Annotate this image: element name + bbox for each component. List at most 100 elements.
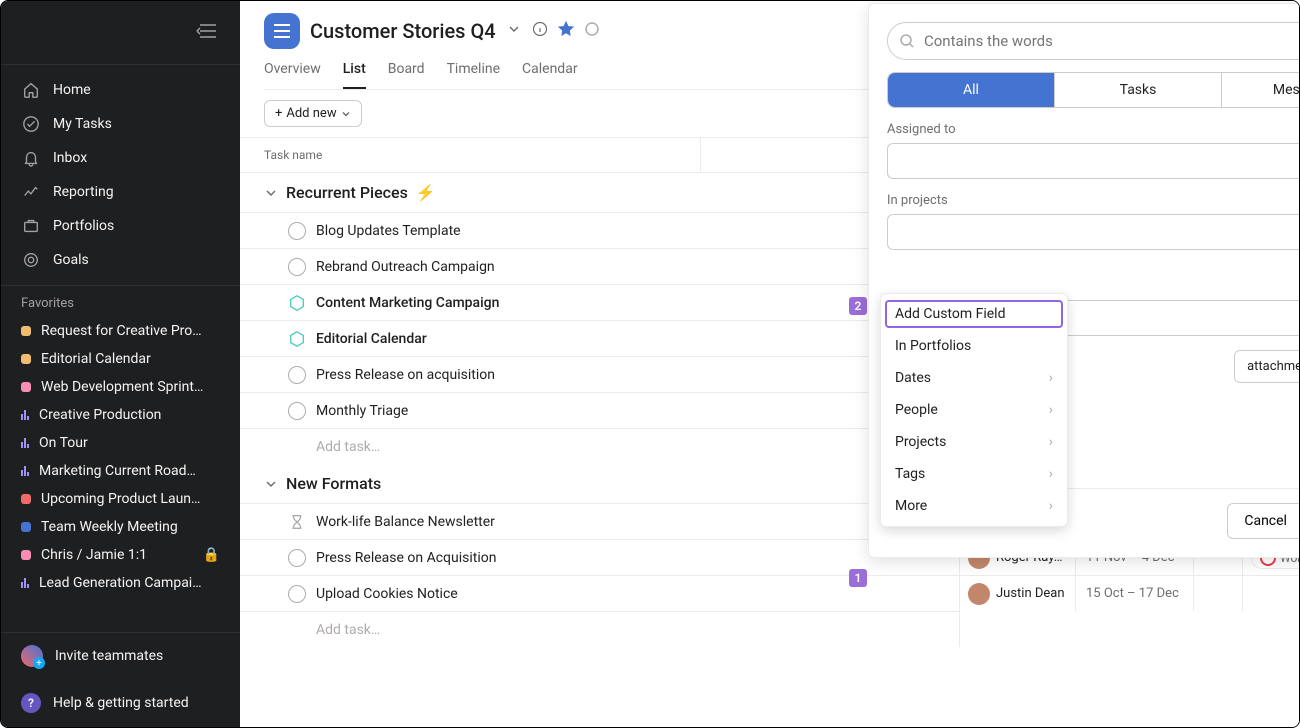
menu-item-in-portfolios[interactable]: In Portfolios — [881, 330, 1067, 362]
favorite-item[interactable]: Lead Generation Campai… — [1, 569, 240, 597]
check-icon[interactable] — [288, 222, 306, 240]
favorite-item[interactable]: Team Weekly Meeting — [1, 513, 240, 541]
menu-item-label: Add Custom Field — [895, 306, 1006, 322]
favorite-item[interactable]: Editorial Calendar — [1, 345, 240, 373]
favorite-label: Request for Creative Pro… — [41, 323, 202, 339]
check-icon[interactable] — [288, 585, 306, 603]
project-dot-icon — [21, 550, 31, 560]
nav-label: Portfolios — [53, 218, 114, 234]
cancel-button[interactable]: Cancel — [1227, 503, 1300, 539]
favorite-item[interactable]: Request for Creative Pro… — [1, 317, 240, 345]
section-title: New Formats — [286, 474, 381, 493]
favorite-label: Lead Generation Campai… — [39, 575, 202, 591]
project-dot-icon — [21, 382, 31, 392]
chevron-down-icon — [264, 186, 278, 200]
hexagon-icon — [288, 294, 306, 312]
star-icon[interactable] — [558, 21, 574, 41]
favorite-label: Marketing Current Road… — [39, 463, 196, 479]
nav-reporting[interactable]: Reporting — [1, 175, 240, 209]
add-task-row[interactable]: Add task… — [240, 428, 960, 464]
chart-icon — [21, 410, 29, 420]
favorite-item[interactable]: Marketing Current Road… — [1, 457, 240, 485]
segment-all[interactable]: All — [888, 73, 1055, 107]
help-icon: ? — [21, 693, 41, 713]
menu-item-add-custom-field[interactable]: Add Custom Field — [885, 300, 1063, 328]
lock-icon: 🔒 — [203, 547, 220, 563]
project-dot-icon — [21, 494, 31, 504]
check-icon[interactable] — [288, 549, 306, 567]
favorite-label: Editorial Calendar — [41, 351, 151, 367]
attachments-label: attachments — [1247, 359, 1300, 374]
add-task-row[interactable]: Add task… — [240, 611, 960, 647]
home-icon — [21, 80, 41, 100]
add-new-button[interactable]: +Add new — [264, 100, 362, 127]
menu-item-label: Dates — [895, 370, 931, 386]
cancel-label: Cancel — [1244, 513, 1287, 529]
tab-timeline[interactable]: Timeline — [447, 53, 500, 89]
nav-goals[interactable]: Goals — [1, 243, 240, 277]
nav-label: Goals — [53, 252, 89, 268]
check-icon[interactable] — [288, 402, 306, 420]
favorite-item[interactable]: Creative Production — [1, 401, 240, 429]
status-icon[interactable] — [584, 21, 600, 41]
in-projects-label: In projects — [887, 193, 1300, 208]
favorite-item[interactable]: On Tour — [1, 429, 240, 457]
invite-teammates[interactable]: Invite teammates — [1, 632, 240, 679]
info-icon[interactable] — [532, 21, 548, 41]
nav-label: Inbox — [53, 150, 87, 166]
chart-icon — [21, 182, 41, 202]
segment-tasks[interactable]: Tasks — [1055, 73, 1222, 107]
search-input[interactable] — [887, 22, 1300, 60]
nav-portfolios[interactable]: Portfolios — [1, 209, 240, 243]
search-icon — [899, 33, 915, 49]
chevron-right-icon: › — [1049, 402, 1053, 418]
chevron-right-icon: › — [1049, 498, 1053, 514]
favorite-label: Web Development Sprint… — [41, 379, 203, 395]
help-row[interactable]: ? Help & getting started — [1, 679, 240, 727]
chevron-right-icon: › — [1049, 370, 1053, 386]
task-row[interactable]: Upload Cookies Notice Justin Dean 15 Oct –… — [240, 575, 1299, 611]
due-date: 15 Oct – 17 Dec — [1086, 586, 1179, 601]
segment-messages[interactable]: Messages — [1222, 73, 1300, 107]
check-icon — [21, 114, 41, 134]
tab-calendar[interactable]: Calendar — [522, 53, 578, 89]
help-label: Help & getting started — [53, 695, 189, 711]
assignee-cell[interactable]: Justin Dean — [960, 576, 1076, 611]
menu-item-tags[interactable]: Tags› — [881, 458, 1067, 490]
filter-menu: Add Custom FieldIn PortfoliosDates›Peopl… — [880, 293, 1068, 527]
favorite-item[interactable]: Web Development Sprint… — [1, 373, 240, 401]
tab-list[interactable]: List — [343, 53, 366, 89]
attachments-pill[interactable]: attachments — [1234, 350, 1300, 383]
check-icon[interactable] — [288, 366, 306, 384]
favorite-item[interactable]: Upcoming Product Laun… — [1, 485, 240, 513]
menu-item-more[interactable]: More› — [881, 490, 1067, 522]
nav-my-tasks[interactable]: My Tasks — [1, 107, 240, 141]
menu-item-projects[interactable]: Projects› — [881, 426, 1067, 458]
nav-inbox[interactable]: Inbox — [1, 141, 240, 175]
favorite-label: Creative Production — [39, 407, 161, 423]
project-icon — [264, 13, 300, 49]
tab-board[interactable]: Board — [388, 53, 425, 89]
callout-badge-2: 2 — [849, 297, 867, 315]
favorite-label: Team Weekly Meeting — [41, 519, 178, 535]
favorite-item[interactable]: Chris / Jamie 1:1🔒 — [1, 541, 240, 569]
due-cell[interactable]: 15 Oct – 17 Dec — [1076, 576, 1194, 611]
menu-item-label: People — [895, 402, 938, 418]
nav-label: Reporting — [53, 184, 114, 200]
assigned-to-input[interactable] — [887, 143, 1300, 179]
task-name: Upload Cookies Notice — [316, 586, 458, 602]
chevron-down-icon[interactable] — [506, 21, 522, 41]
collapse-sidebar-icon[interactable] — [196, 22, 220, 44]
menu-item-people[interactable]: People › — [881, 394, 1067, 426]
portfolio-icon — [21, 216, 41, 236]
nav-home[interactable]: Home — [1, 73, 240, 107]
add-new-label: Add new — [286, 106, 336, 121]
check-icon[interactable] — [288, 258, 306, 276]
tab-overview[interactable]: Overview — [264, 53, 321, 89]
assignee-name: Justin Dean — [996, 586, 1065, 601]
project-dot-icon — [21, 326, 31, 336]
menu-item-dates[interactable]: Dates › — [881, 362, 1067, 394]
chart-icon — [21, 438, 29, 448]
in-projects-input[interactable] — [887, 214, 1300, 250]
task-name: Rebrand Outreach Campaign — [316, 259, 495, 275]
